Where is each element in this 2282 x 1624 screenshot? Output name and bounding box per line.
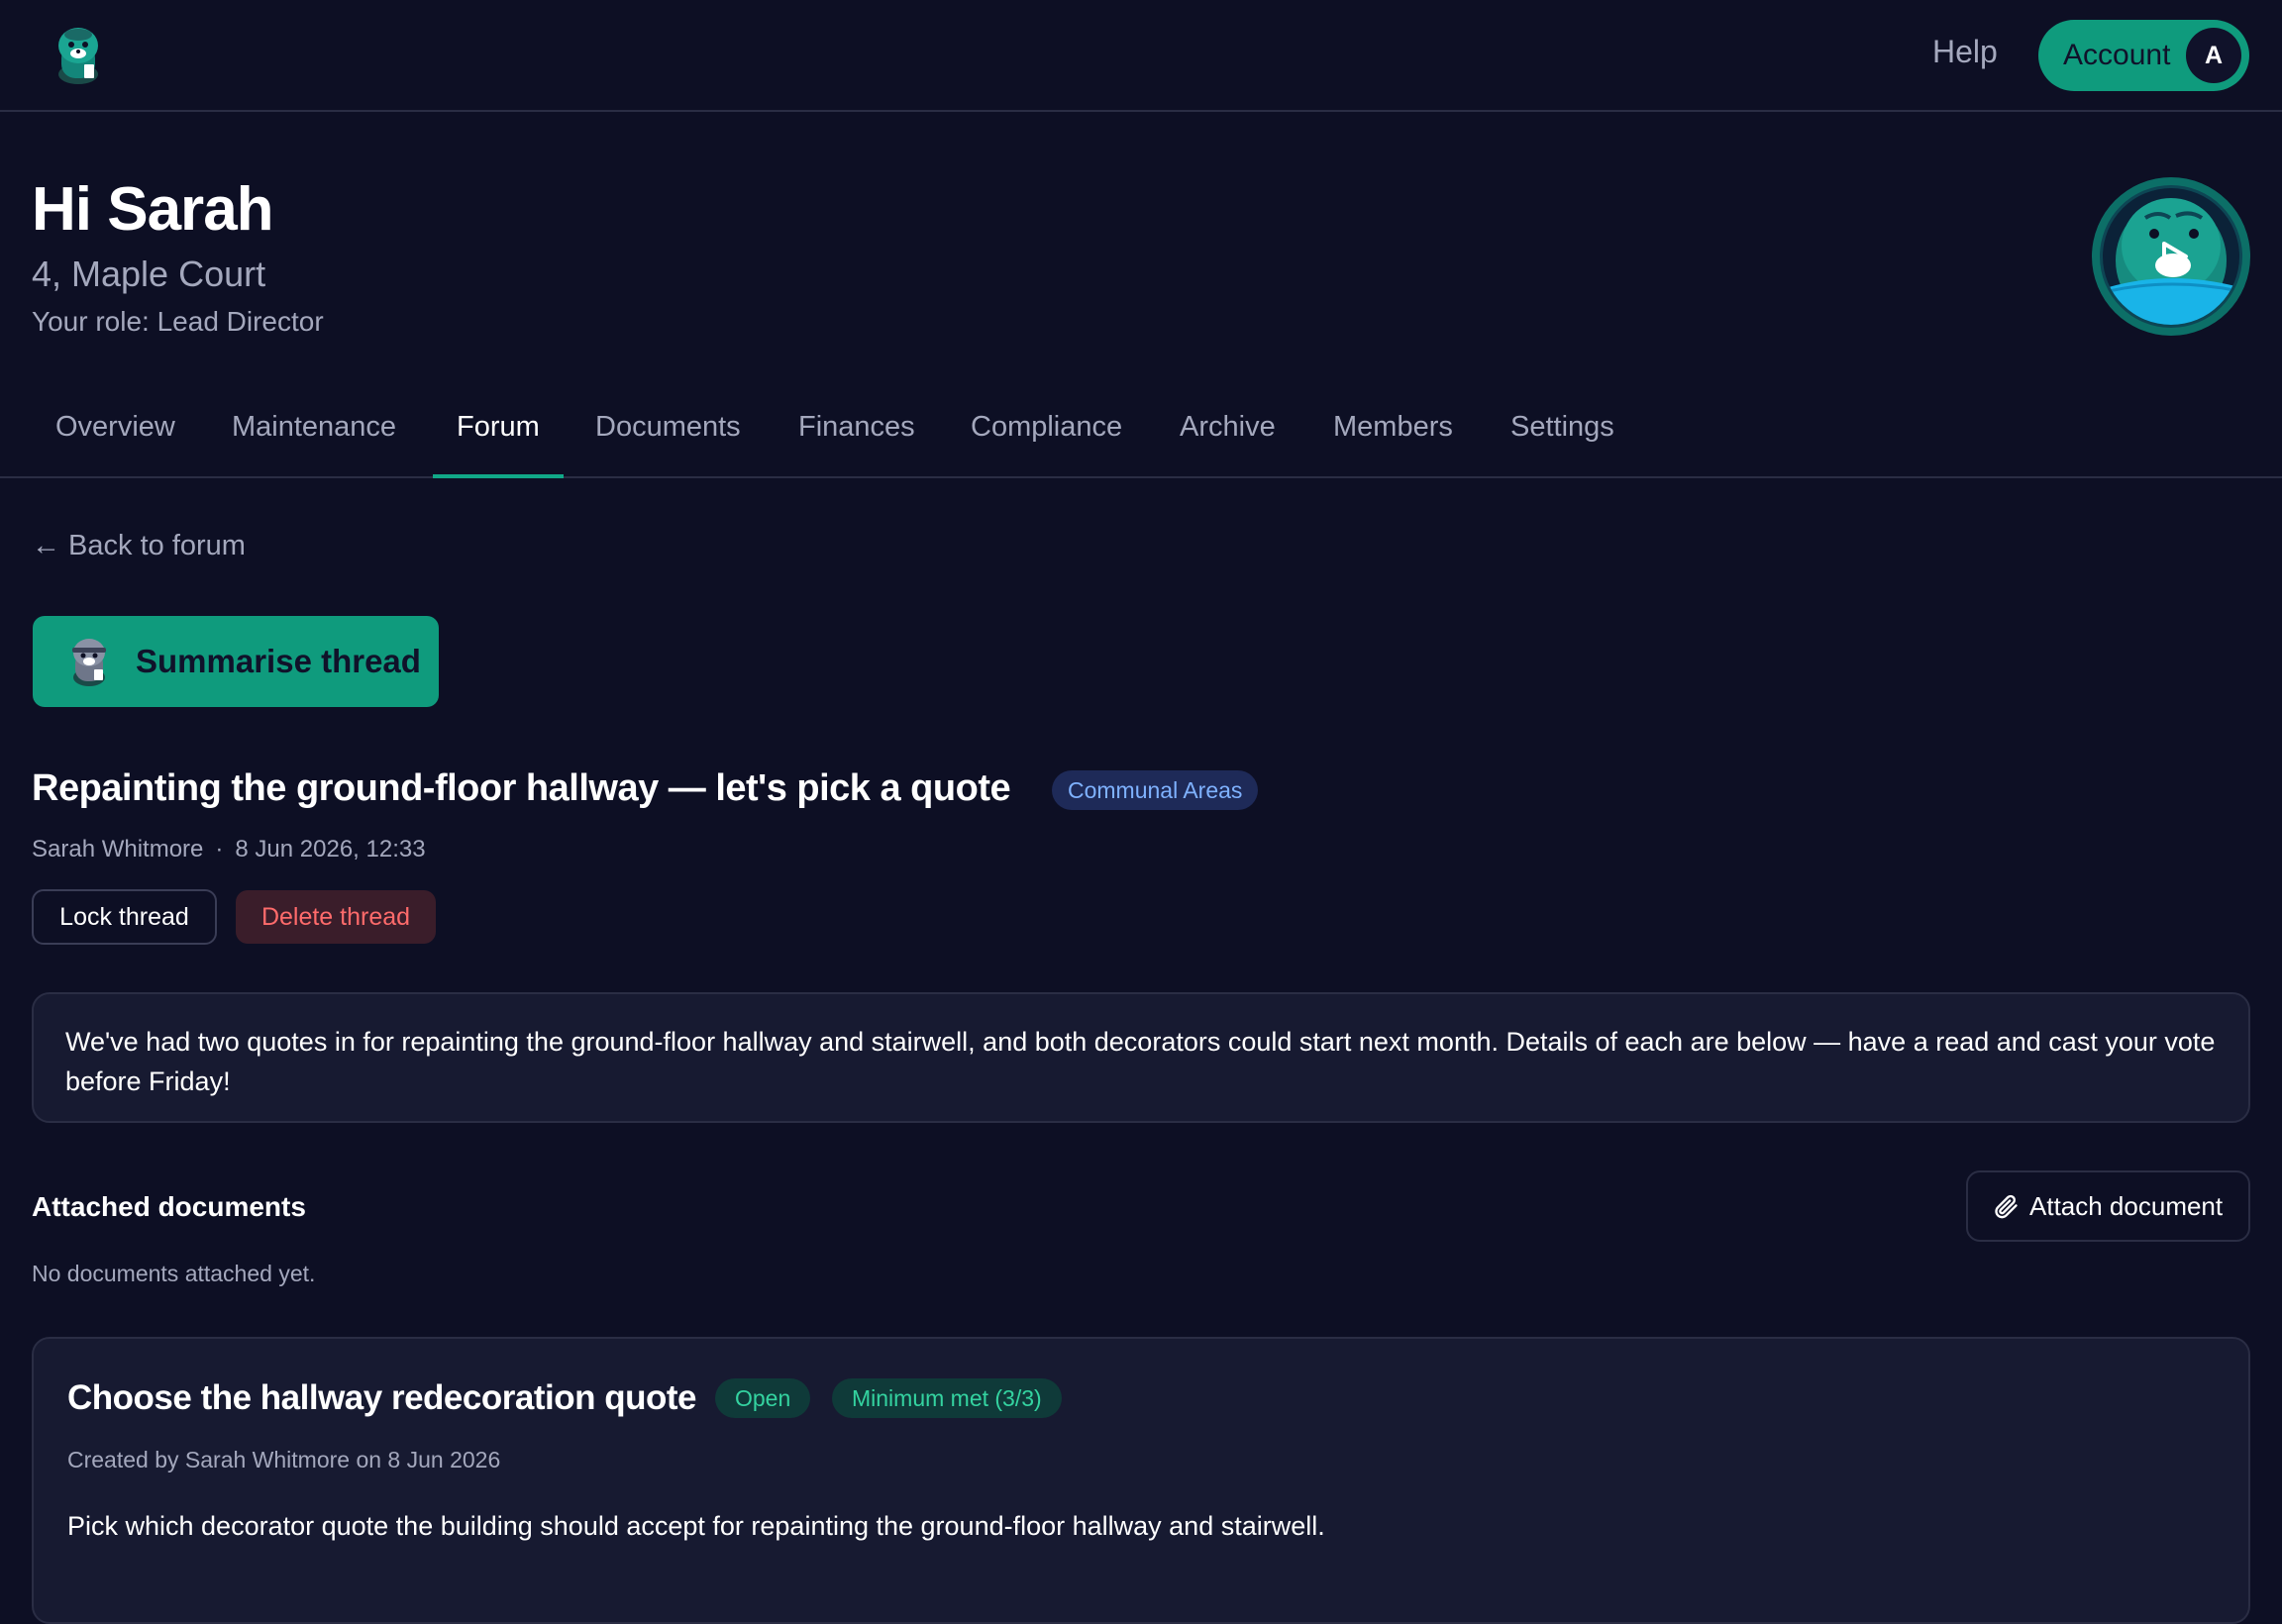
tab-members[interactable]: Members	[1309, 396, 1477, 478]
account-avatar: A	[2186, 28, 2241, 83]
tab-archive[interactable]: Archive	[1156, 396, 1299, 478]
poll-meta: Created by Sarah Whitmore on 8 Jun 2026	[67, 1447, 501, 1472]
poll-title: Choose the hallway redecoration quote	[67, 1378, 696, 1417]
poll-minimum-badge: Minimum met (3/3)	[832, 1378, 1062, 1418]
thread-author: Sarah Whitmore	[32, 836, 204, 863]
back-to-forum-link[interactable]: ← Back to forum	[32, 530, 246, 562]
poll-card: Choose the hallway redecoration quote Op…	[32, 1337, 2250, 1624]
tab-forum[interactable]: Forum	[433, 396, 564, 478]
mascot-video-icon[interactable]	[2091, 176, 2251, 337]
poll-description: Pick which decorator quote the building …	[67, 1511, 1325, 1541]
poll-status-badge: Open	[715, 1378, 811, 1418]
tab-finances[interactable]: Finances	[775, 396, 939, 478]
user-role: Your role: Lead Director	[32, 306, 324, 337]
mascot-mini-icon	[72, 639, 106, 686]
thread-date: 8 Jun 2026, 12:33	[235, 836, 426, 863]
tab-settings[interactable]: Settings	[1487, 396, 1638, 478]
greeting-heading: Hi Sarah	[32, 175, 274, 244]
summarise-label: Summarise thread	[136, 643, 421, 679]
account-label: Account	[2063, 39, 2171, 71]
attach-document-label: Attach document	[2029, 1190, 2224, 1221]
help-link[interactable]: Help	[1932, 34, 1998, 70]
meta-separator: ·	[215, 836, 224, 863]
no-documents-text: No documents attached yet.	[32, 1261, 316, 1286]
building-address: 4, Maple Court	[32, 254, 266, 294]
attach-document-button[interactable]: Attach document	[1966, 1170, 2250, 1242]
top-bar: Help Account A	[0, 0, 2282, 112]
paperclip-icon	[1995, 1194, 2018, 1219]
section-tabs: Overview Maintenance Forum Documents Fin…	[0, 396, 2282, 478]
account-button[interactable]: Account A	[2038, 20, 2249, 91]
tab-maintenance[interactable]: Maintenance	[208, 396, 420, 478]
thread-post-body: We've had two quotes in for repainting t…	[32, 992, 2250, 1123]
mascot-logo-icon[interactable]	[50, 25, 107, 86]
lock-thread-button[interactable]: Lock thread	[32, 889, 217, 945]
attached-documents-heading: Attached documents	[32, 1191, 306, 1222]
tab-documents[interactable]: Documents	[571, 396, 765, 478]
summarise-thread-button[interactable]: Summarise thread	[33, 616, 439, 707]
delete-thread-button[interactable]: Delete thread	[236, 890, 436, 944]
thread-meta: Sarah Whitmore · 8 Jun 2026, 12:33	[32, 836, 426, 863]
tab-compliance[interactable]: Compliance	[947, 396, 1146, 478]
tab-overview[interactable]: Overview	[32, 396, 199, 478]
category-badge: Communal Areas	[1052, 770, 1259, 810]
thread-title: Repainting the ground-floor hallway — le…	[32, 767, 1011, 809]
